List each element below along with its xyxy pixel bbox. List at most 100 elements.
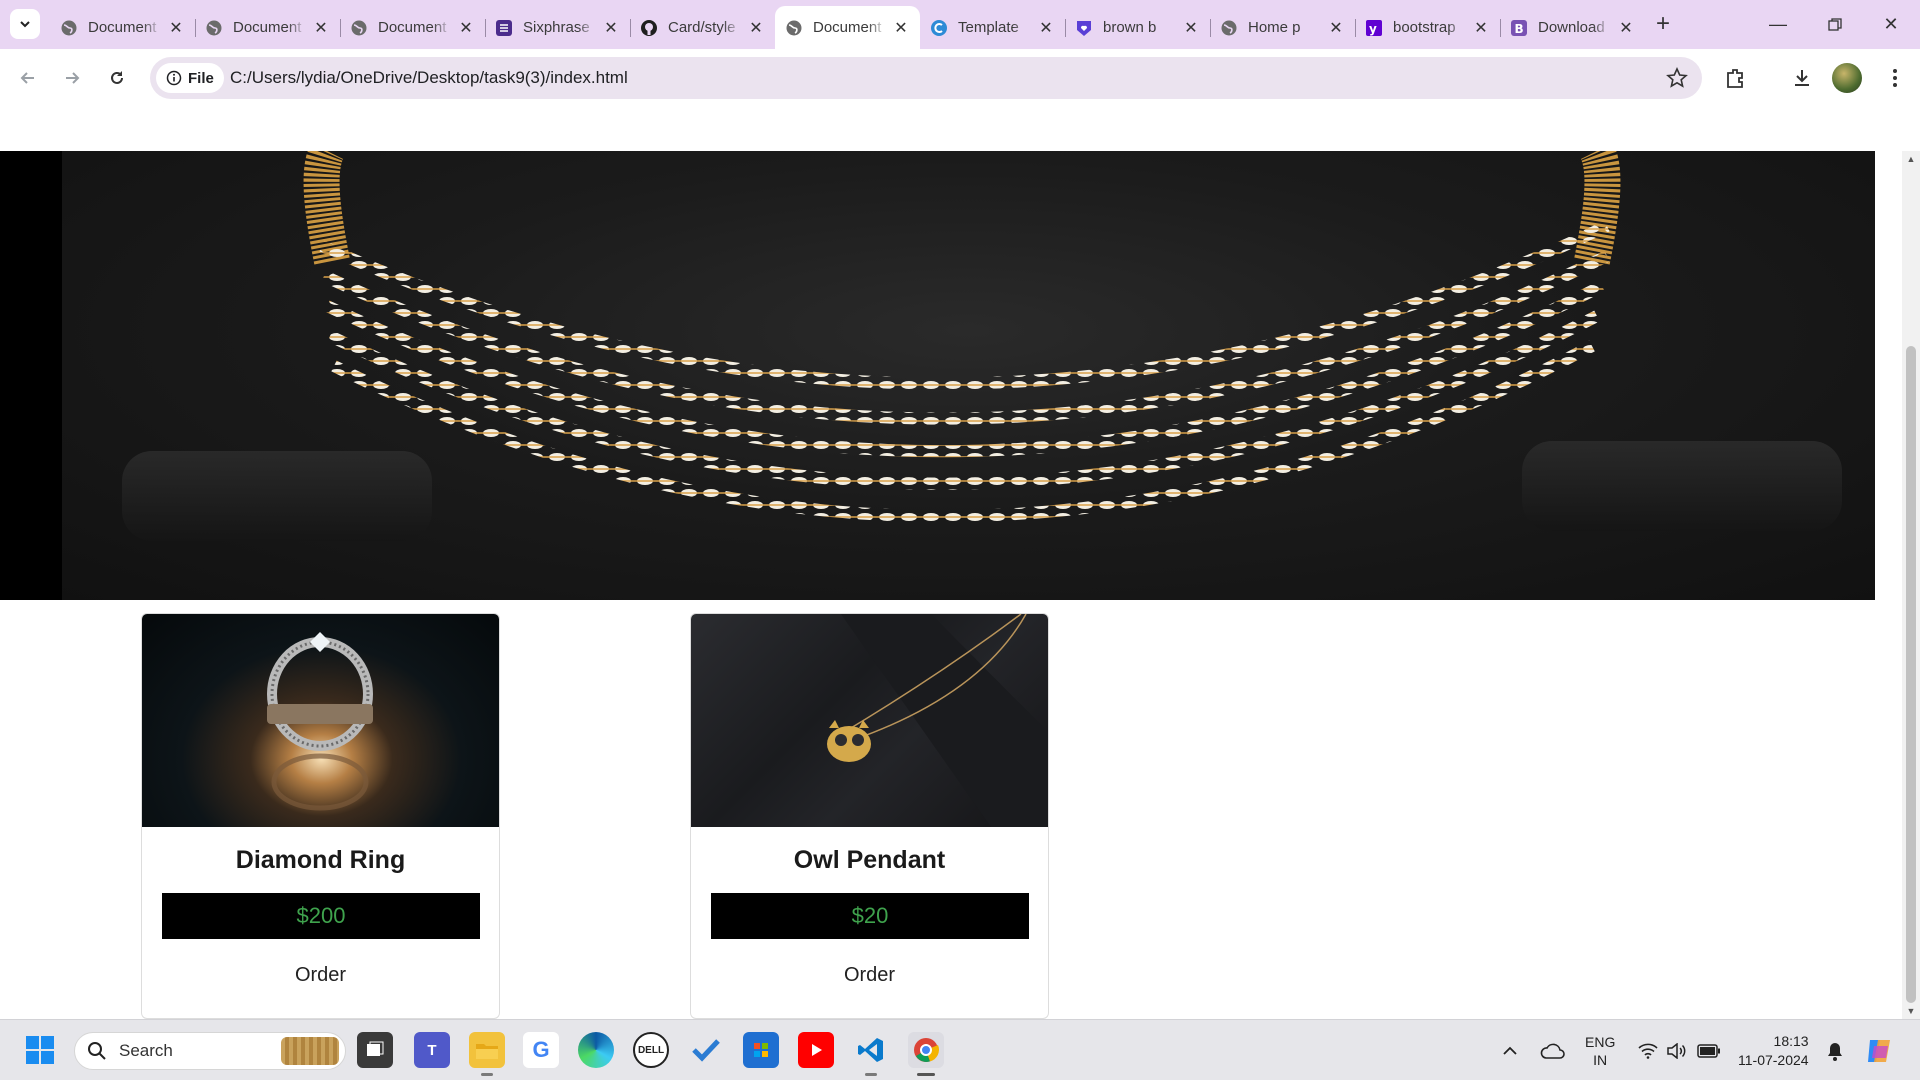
- tab-title: Document: [378, 19, 447, 36]
- bookmark-star-icon[interactable]: [1666, 67, 1688, 94]
- close-icon[interactable]: ✕: [1617, 19, 1635, 37]
- new-tab-button[interactable]: +: [1650, 10, 1676, 37]
- dell-icon[interactable]: DELL: [633, 1032, 669, 1068]
- tab[interactable]: brown b ✕: [1065, 9, 1210, 46]
- order-button[interactable]: Order: [142, 964, 499, 987]
- tab-title: Template: [958, 19, 1019, 36]
- show-hidden-icons-chevron-up-icon[interactable]: [1502, 1020, 1518, 1081]
- close-icon[interactable]: ✕: [457, 19, 475, 37]
- close-icon[interactable]: ✕: [1037, 19, 1055, 37]
- close-icon[interactable]: ✕: [602, 19, 620, 37]
- region-code: IN: [1593, 1051, 1608, 1068]
- tab[interactable]: Sixphrase ✕: [485, 9, 630, 46]
- scroll-up-arrow-icon[interactable]: ▲: [1902, 151, 1920, 167]
- clock[interactable]: 18:13 11-07-2024: [1738, 1020, 1809, 1081]
- tab[interactable]: Template ✕: [920, 9, 1065, 46]
- vscode-icon[interactable]: [853, 1032, 889, 1076]
- windows-start-icon[interactable]: [22, 1032, 58, 1068]
- file-explorer-icon[interactable]: [469, 1032, 505, 1076]
- bootstrap-icon: B: [1510, 19, 1528, 37]
- tab-search-button[interactable]: [10, 9, 40, 39]
- teams-icon[interactable]: T: [414, 1032, 450, 1068]
- youtube-icon[interactable]: [798, 1032, 834, 1068]
- tab-title: Document: [88, 19, 157, 36]
- notification-bell-icon[interactable]: [1826, 1020, 1844, 1081]
- edge-icon[interactable]: [578, 1032, 614, 1068]
- chevron-down-icon: [20, 21, 30, 28]
- tab[interactable]: Document ✕: [50, 9, 195, 46]
- profile-avatar[interactable]: [1832, 63, 1862, 93]
- product-image-owl-pendant: [691, 614, 1048, 827]
- reload-button[interactable]: [101, 62, 133, 94]
- menu-kebab-icon[interactable]: [1880, 63, 1910, 93]
- tab[interactable]: y bootstrap ✕: [1355, 9, 1500, 46]
- svg-text:y: y: [1369, 22, 1377, 36]
- order-button[interactable]: Order: [691, 964, 1048, 987]
- running-indicator: [865, 1073, 877, 1076]
- globe-icon: [60, 19, 78, 37]
- product-name: Diamond Ring: [235, 846, 406, 874]
- product-card: Diamond Ring $200 Order: [141, 613, 500, 1019]
- globe-icon: [785, 19, 803, 37]
- search-icon: [88, 1042, 106, 1060]
- tab-title: Download: [1538, 19, 1605, 36]
- tab-active[interactable]: Document ✕: [775, 6, 920, 49]
- tab-title: Document: [233, 19, 302, 36]
- clock-time: 18:13: [1773, 1032, 1809, 1049]
- wifi-icon[interactable]: [1638, 1020, 1658, 1081]
- chrome-icon[interactable]: [908, 1032, 944, 1076]
- google-icon[interactable]: G: [523, 1032, 559, 1068]
- task-view-icon[interactable]: [357, 1032, 393, 1068]
- reload-icon: [111, 71, 123, 84]
- restore-button[interactable]: [1806, 0, 1864, 49]
- tab[interactable]: B Download ✕: [1500, 9, 1645, 46]
- tab[interactable]: Document ✕: [340, 9, 485, 46]
- tab-list: Document ✕ Document ✕ Document ✕ Sixphra…: [50, 6, 1645, 49]
- onedrive-sync-icon[interactable]: [1540, 1020, 1566, 1081]
- product-price: $20: [711, 893, 1029, 939]
- restore-icon: [1828, 17, 1842, 31]
- tab[interactable]: Document ✕: [195, 9, 340, 46]
- back-button[interactable]: [12, 62, 44, 94]
- tab-title: Document: [813, 19, 882, 36]
- close-icon[interactable]: ✕: [312, 19, 330, 37]
- tab[interactable]: Home p ✕: [1210, 9, 1355, 46]
- store-icon[interactable]: [743, 1032, 779, 1068]
- arrow-left-icon: [20, 72, 34, 84]
- taskbar-search-box[interactable]: Search: [74, 1032, 346, 1070]
- extensions-icon[interactable]: [1720, 63, 1750, 93]
- clock-date: 11-07-2024: [1738, 1051, 1809, 1068]
- close-icon[interactable]: ✕: [1182, 19, 1200, 37]
- arrow-right-icon: [66, 72, 80, 84]
- heart-shield-icon: [1075, 19, 1093, 37]
- tab[interactable]: Card/style ✕: [630, 9, 775, 46]
- minimize-button[interactable]: —: [1749, 0, 1807, 49]
- address-bar[interactable]: File C:/Users/lydia/OneDrive/Desktop/tas…: [150, 57, 1702, 99]
- close-icon[interactable]: ✕: [1472, 19, 1490, 37]
- language-indicator[interactable]: ENG IN: [1585, 1020, 1615, 1081]
- scroll-down-arrow-icon[interactable]: ▼: [1902, 1003, 1920, 1019]
- site-info-chip[interactable]: File: [156, 63, 224, 93]
- download-icon[interactable]: [1787, 63, 1817, 93]
- forward-button[interactable]: [56, 62, 88, 94]
- close-icon[interactable]: ✕: [747, 19, 765, 37]
- hero-backdrop: [62, 151, 1875, 600]
- tab-title: Sixphrase: [523, 19, 590, 36]
- running-indicator: [917, 1073, 935, 1076]
- necklace-illustration: [303, 151, 1621, 523]
- copilot-icon[interactable]: [1864, 1020, 1894, 1081]
- close-icon[interactable]: ✕: [1327, 19, 1345, 37]
- close-icon[interactable]: ✕: [892, 19, 910, 37]
- vertical-scrollbar[interactable]: ▲ ▼: [1902, 151, 1920, 1019]
- volume-icon[interactable]: [1666, 1020, 1688, 1081]
- globe-icon: [350, 19, 368, 37]
- close-window-button[interactable]: ✕: [1862, 0, 1920, 49]
- product-image-diamond-ring: [142, 614, 499, 827]
- battery-charging-icon[interactable]: [1697, 1020, 1721, 1081]
- close-icon[interactable]: ✕: [167, 19, 185, 37]
- running-indicator: [481, 1073, 493, 1076]
- todo-icon[interactable]: [688, 1032, 724, 1068]
- scrollbar-thumb[interactable]: [1906, 346, 1916, 1003]
- template-icon: [930, 19, 948, 37]
- url-text[interactable]: C:/Users/lydia/OneDrive/Desktop/task9(3)…: [230, 68, 628, 88]
